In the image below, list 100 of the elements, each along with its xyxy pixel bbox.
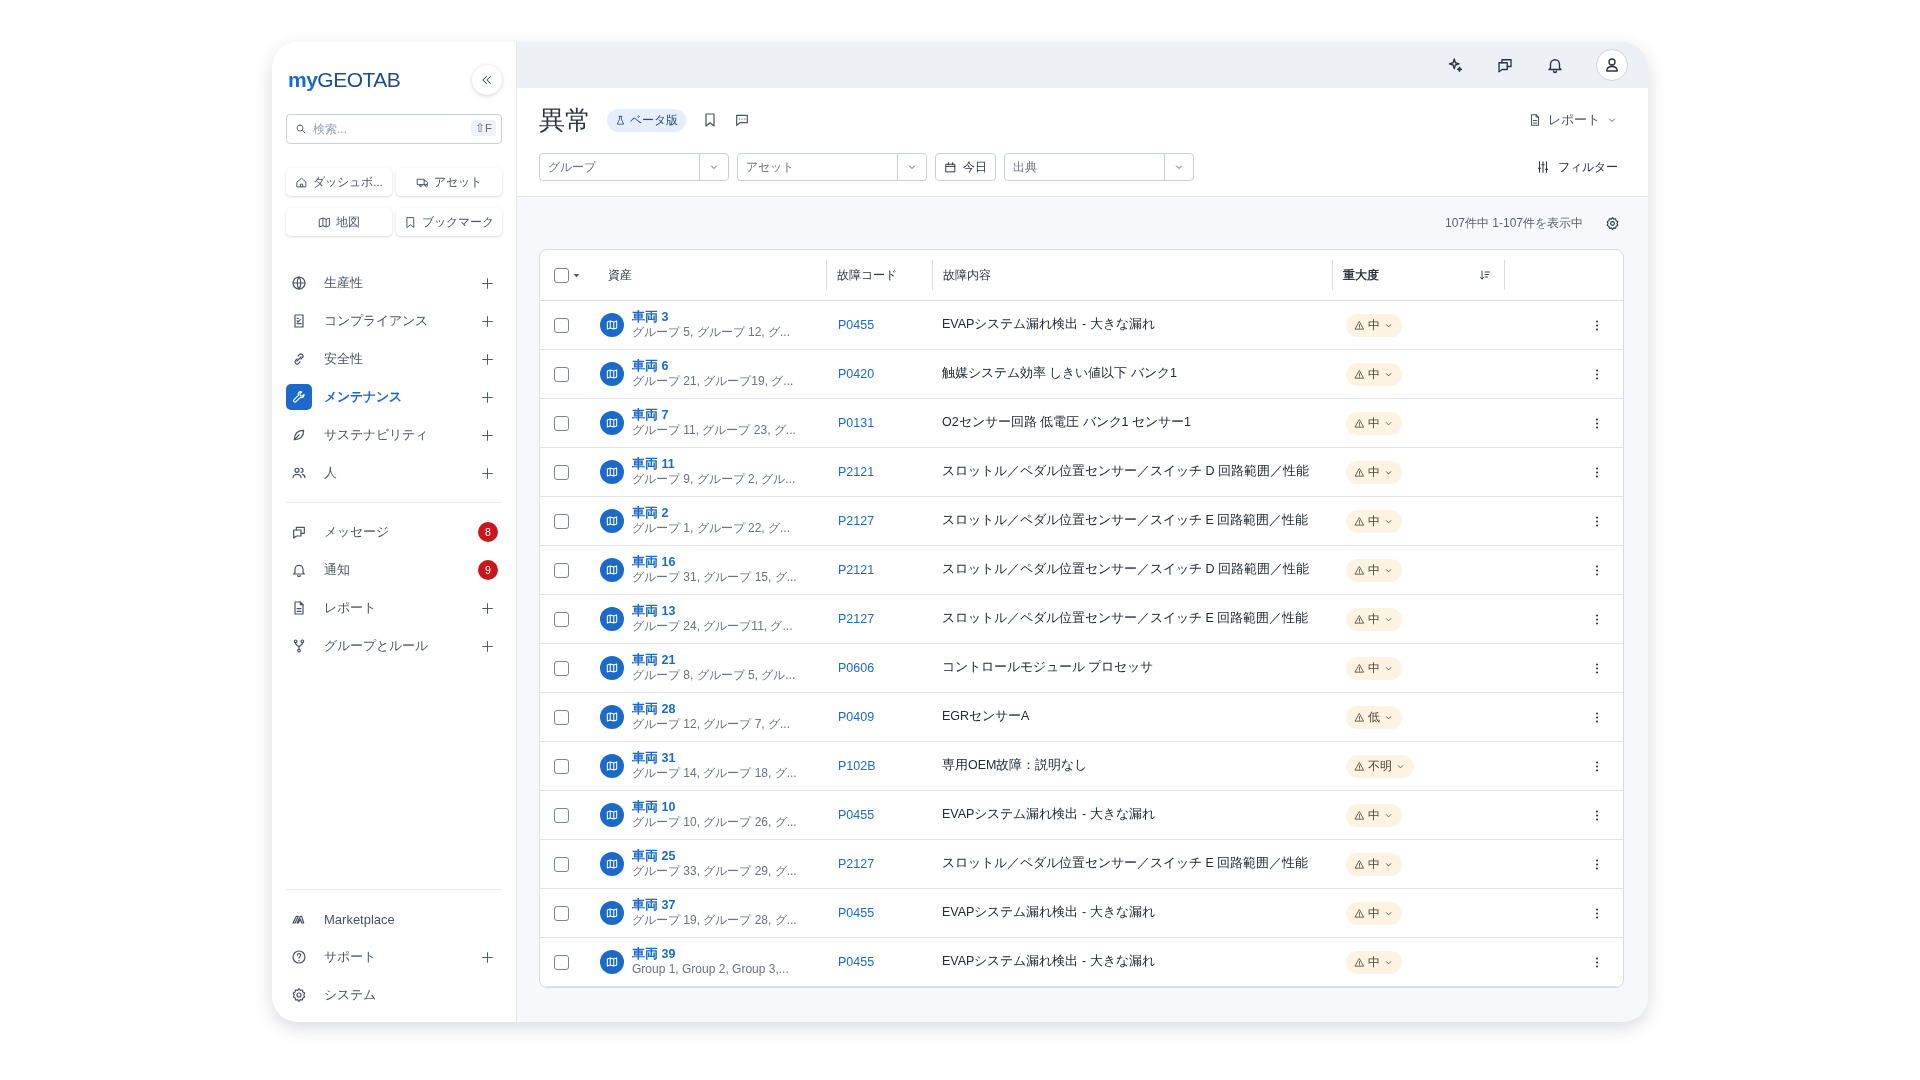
- nav-link[interactable]: メッセージ: [324, 523, 466, 541]
- fault-code-link[interactable]: P0455: [836, 906, 875, 920]
- sort-icon[interactable]: [1479, 269, 1491, 281]
- plus-icon[interactable]: [481, 428, 494, 442]
- bell-icon[interactable]: [1546, 56, 1564, 74]
- comment-icon[interactable]: [734, 112, 750, 128]
- more-icon[interactable]: [1595, 514, 1599, 528]
- filter-dropdown[interactable]: アセット: [737, 153, 927, 181]
- settings-icon[interactable]: [1605, 215, 1620, 231]
- plus-icon[interactable]: [481, 352, 494, 366]
- column-header[interactable]: 故障内容: [943, 267, 991, 283]
- nav-link[interactable]: メンテナンス: [324, 388, 469, 406]
- report-button[interactable]: レポート: [1522, 110, 1624, 130]
- asset-link[interactable]: 車両 13: [632, 604, 793, 620]
- column-header[interactable]: 重大度: [1343, 267, 1379, 283]
- plus-icon[interactable]: [481, 950, 494, 964]
- severity-dropdown[interactable]: 中: [1346, 950, 1402, 974]
- row-checkbox[interactable]: [554, 513, 569, 529]
- severity-dropdown[interactable]: 中: [1346, 558, 1402, 582]
- plus-icon[interactable]: [481, 466, 494, 480]
- more-icon[interactable]: [1595, 318, 1599, 332]
- asset-link[interactable]: 車両 39: [632, 947, 789, 963]
- more-icon[interactable]: [1595, 808, 1599, 822]
- fault-code-link[interactable]: P0131: [836, 416, 875, 430]
- severity-dropdown[interactable]: 中: [1346, 460, 1402, 484]
- severity-dropdown[interactable]: 不明: [1346, 754, 1414, 778]
- severity-dropdown[interactable]: 中: [1346, 852, 1402, 876]
- filter-dropdown[interactable]: グループ: [539, 153, 729, 181]
- sparkle-icon[interactable]: [1446, 56, 1464, 74]
- plus-icon[interactable]: [481, 314, 494, 328]
- more-icon[interactable]: [1595, 857, 1599, 871]
- asset-link[interactable]: 車両 7: [632, 408, 796, 424]
- nav-link[interactable]: Marketplace: [324, 911, 500, 927]
- plus-icon[interactable]: [481, 276, 494, 290]
- plus-icon[interactable]: [481, 390, 494, 404]
- more-icon[interactable]: [1595, 759, 1599, 773]
- plus-icon[interactable]: [481, 601, 494, 615]
- filter-dropdown[interactable]: 出典: [1004, 153, 1194, 181]
- column-header[interactable]: 資産: [608, 267, 632, 283]
- quick-link-button[interactable]: ブックマーク: [396, 208, 502, 236]
- caret-icon[interactable]: [573, 271, 580, 279]
- fault-code-link[interactable]: P0455: [836, 955, 875, 969]
- fault-code-link[interactable]: P2127: [836, 857, 875, 871]
- fault-code-link[interactable]: P0606: [836, 661, 875, 675]
- severity-dropdown[interactable]: 中: [1346, 509, 1402, 533]
- nav-link[interactable]: サステナビリティ: [324, 426, 469, 444]
- asset-link[interactable]: 車両 6: [632, 359, 794, 375]
- more-icon[interactable]: [1595, 367, 1599, 381]
- more-icon[interactable]: [1595, 710, 1599, 724]
- asset-link[interactable]: 車両 25: [632, 849, 797, 865]
- fault-code-link[interactable]: P2127: [836, 612, 875, 626]
- nav-link[interactable]: レポート: [324, 599, 469, 617]
- quick-link-button[interactable]: ダッシュボ...: [286, 168, 392, 196]
- severity-dropdown[interactable]: 低: [1346, 705, 1402, 729]
- nav-link[interactable]: サポート: [324, 948, 469, 966]
- more-icon[interactable]: [1595, 416, 1599, 430]
- severity-dropdown[interactable]: 中: [1346, 362, 1402, 386]
- row-checkbox[interactable]: [554, 856, 569, 872]
- nav-link[interactable]: システム: [324, 986, 500, 1004]
- fault-code-link[interactable]: P0455: [836, 318, 875, 332]
- nav-link[interactable]: グループとルール: [324, 637, 469, 655]
- row-checkbox[interactable]: [554, 415, 569, 431]
- more-icon[interactable]: [1595, 612, 1599, 626]
- column-header[interactable]: 故障コード: [837, 267, 897, 283]
- row-checkbox[interactable]: [554, 464, 569, 480]
- fault-code-link[interactable]: P102B: [836, 759, 876, 773]
- asset-link[interactable]: 車両 16: [632, 555, 797, 571]
- fault-code-link[interactable]: P0455: [836, 808, 875, 822]
- filter-button[interactable]: フィルター: [1530, 157, 1624, 177]
- nav-link[interactable]: コンプライアンス: [324, 312, 469, 330]
- select-all-checkbox[interactable]: [554, 267, 569, 283]
- severity-dropdown[interactable]: 中: [1346, 656, 1402, 680]
- row-checkbox[interactable]: [554, 905, 569, 921]
- severity-dropdown[interactable]: 中: [1346, 901, 1402, 925]
- bookmark-icon[interactable]: [702, 112, 718, 128]
- date-button[interactable]: 今日: [935, 153, 996, 181]
- plus-icon[interactable]: [481, 639, 494, 653]
- nav-link[interactable]: 生産性: [324, 274, 469, 292]
- more-icon[interactable]: [1595, 955, 1599, 969]
- row-checkbox[interactable]: [554, 562, 569, 578]
- severity-dropdown[interactable]: 中: [1346, 313, 1402, 337]
- nav-link[interactable]: 安全性: [324, 350, 469, 368]
- fault-code-link[interactable]: P2127: [836, 514, 875, 528]
- fault-code-link[interactable]: P0420: [836, 367, 875, 381]
- more-icon[interactable]: [1595, 906, 1599, 920]
- row-checkbox[interactable]: [554, 807, 569, 823]
- chat-icon[interactable]: [1496, 56, 1514, 74]
- row-checkbox[interactable]: [554, 709, 569, 725]
- asset-link[interactable]: 車両 11: [632, 457, 796, 473]
- row-checkbox[interactable]: [554, 317, 569, 333]
- fault-code-link[interactable]: P2121: [836, 465, 875, 479]
- row-checkbox[interactable]: [554, 366, 569, 382]
- nav-link[interactable]: 人: [324, 464, 469, 482]
- nav-link[interactable]: 通知: [324, 561, 466, 579]
- asset-link[interactable]: 車両 31: [632, 751, 797, 767]
- severity-dropdown[interactable]: 中: [1346, 607, 1402, 631]
- user-avatar[interactable]: [1596, 49, 1628, 81]
- more-icon[interactable]: [1595, 465, 1599, 479]
- row-checkbox[interactable]: [554, 758, 569, 774]
- asset-link[interactable]: 車両 3: [632, 310, 791, 326]
